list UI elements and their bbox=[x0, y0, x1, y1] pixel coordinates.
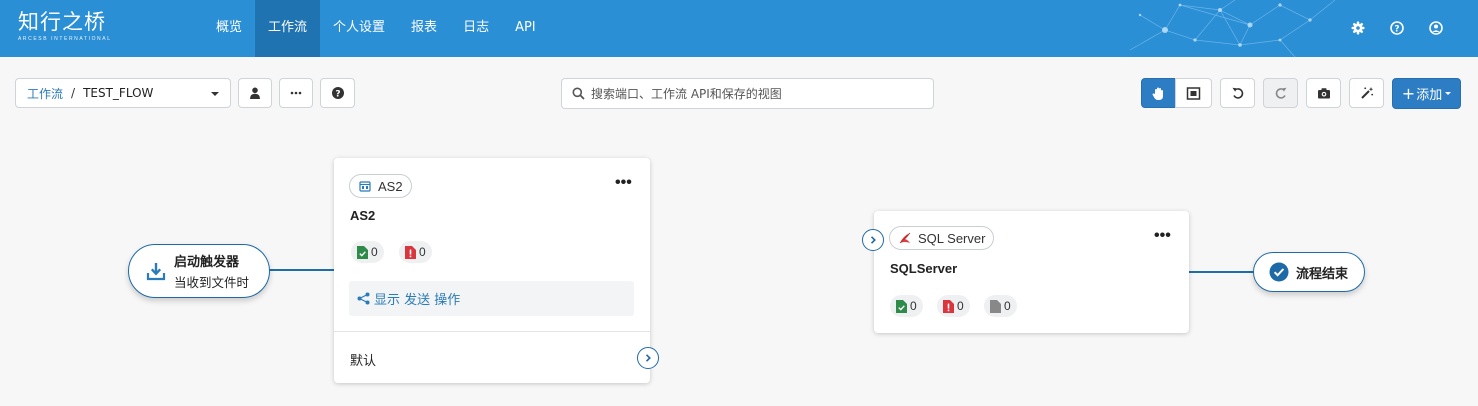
default-output-label: 默认 bbox=[350, 354, 377, 369]
file-error-icon bbox=[405, 245, 416, 259]
more-options-button[interactable] bbox=[279, 78, 313, 108]
undo-button[interactable] bbox=[1220, 78, 1255, 108]
error-count-badge[interactable]: 0 bbox=[937, 295, 970, 317]
screenshot-button[interactable] bbox=[1306, 78, 1341, 108]
show-send-actions-link[interactable]: 显示 发送 操作 bbox=[349, 281, 634, 316]
as2-icon bbox=[359, 181, 371, 192]
hand-icon bbox=[1152, 87, 1163, 100]
as2-connector-card[interactable]: AS2 ••• AS2 0 0 显示 发送 操作 默认 bbox=[334, 158, 659, 383]
success-count: 0 bbox=[371, 245, 378, 259]
flow-end-node[interactable]: 流程结束 bbox=[1253, 252, 1365, 292]
user-icon[interactable] bbox=[1426, 18, 1446, 38]
ellipsis-icon bbox=[290, 91, 302, 95]
sqlserver-connector-card[interactable]: SQL Server ••• SQLServer 0 0 0 bbox=[862, 211, 1189, 333]
file-check-icon bbox=[896, 299, 907, 313]
brand-tagline: ARCESB INTERNATIONAL bbox=[18, 36, 112, 42]
add-button[interactable]: + 添加 bbox=[1392, 78, 1461, 109]
show-ops-label: 显示 发送 操作 bbox=[374, 293, 461, 308]
error-count: 0 bbox=[419, 245, 426, 259]
error-count-badge[interactable]: 0 bbox=[399, 241, 432, 263]
auto-arrange-button[interactable] bbox=[1349, 78, 1384, 108]
chevron-right-icon bbox=[870, 236, 876, 244]
nav-item-reports[interactable]: 报表 bbox=[398, 0, 450, 57]
nav-item-api[interactable]: API bbox=[502, 0, 549, 57]
download-tray-icon bbox=[146, 263, 166, 281]
card-title: SQLServer bbox=[890, 261, 958, 276]
success-count-badge[interactable]: 0 bbox=[890, 295, 923, 317]
trigger-title: 启动触发器 bbox=[174, 255, 240, 270]
card-divider bbox=[334, 331, 650, 332]
search-box[interactable] bbox=[561, 78, 934, 109]
camera-icon bbox=[1317, 88, 1330, 99]
select-mode-button[interactable] bbox=[1175, 78, 1212, 108]
user-icon bbox=[250, 87, 260, 99]
svg-text:?: ? bbox=[335, 89, 340, 99]
brand-logo[interactable]: 知行之桥 ARCESB INTERNATIONAL bbox=[18, 10, 118, 50]
connector-type-tag: AS2 bbox=[349, 174, 412, 198]
chevron-down-icon bbox=[1445, 92, 1452, 95]
breadcrumb-separator: / bbox=[71, 86, 76, 100]
input-port[interactable] bbox=[862, 229, 884, 251]
help-circle-icon: ? bbox=[331, 87, 344, 99]
connector-tag-label: AS2 bbox=[378, 178, 403, 194]
connector-tag-label: SQL Server bbox=[918, 230, 986, 246]
file-error-icon bbox=[943, 299, 954, 313]
main-nav: 概览 工作流 个人设置 报表 日志 API bbox=[203, 0, 549, 57]
end-title: 流程结束 bbox=[1296, 266, 1349, 282]
check-circle-icon bbox=[1269, 262, 1289, 282]
file-check-icon bbox=[357, 245, 368, 259]
start-trigger-node[interactable]: 启动触发器 当收到文件时 bbox=[128, 244, 270, 298]
top-nav-bar: 知行之桥 ARCESB INTERNATIONAL 概览 工作流 个人设置 报表… bbox=[0, 0, 1478, 57]
nav-item-overview[interactable]: 概览 bbox=[203, 0, 255, 57]
nav-item-logs[interactable]: 日志 bbox=[450, 0, 502, 57]
flow-owner-button[interactable] bbox=[238, 78, 272, 108]
redo-button[interactable] bbox=[1263, 78, 1298, 108]
success-count-badge[interactable]: 0 bbox=[351, 241, 384, 263]
network-decoration bbox=[1129, 0, 1336, 57]
selection-box-icon bbox=[1186, 86, 1201, 100]
breadcrumb-workflow-link[interactable]: 工作流 bbox=[27, 85, 63, 102]
connector-trigger-as2 bbox=[268, 269, 338, 271]
card-menu-icon[interactable]: ••• bbox=[615, 174, 632, 192]
output-port[interactable] bbox=[637, 347, 659, 369]
search-input[interactable] bbox=[591, 86, 921, 101]
connector-type-tag: SQL Server bbox=[889, 226, 995, 250]
file-icon bbox=[990, 299, 1001, 313]
plus-icon: + bbox=[1401, 83, 1416, 103]
magic-wand-icon bbox=[1360, 87, 1373, 99]
nav-item-personal-settings[interactable]: 个人设置 bbox=[320, 0, 398, 57]
flow-breadcrumb-select[interactable]: 工作流 / TEST_FLOW bbox=[15, 78, 231, 108]
redo-icon bbox=[1275, 87, 1286, 99]
trigger-subtitle: 当收到文件时 bbox=[174, 275, 250, 290]
card-title: AS2 bbox=[350, 208, 376, 223]
brand-name: 知行之桥 bbox=[18, 10, 106, 34]
chevron-right-icon bbox=[645, 354, 651, 362]
pending-count: 0 bbox=[1004, 299, 1011, 313]
pan-mode-button[interactable] bbox=[1141, 78, 1176, 108]
svg-text:?: ? bbox=[1394, 24, 1399, 34]
pending-count-badge[interactable]: 0 bbox=[984, 295, 1017, 317]
share-nodes-icon bbox=[357, 292, 370, 305]
sql-server-icon bbox=[899, 232, 911, 244]
flow-name: TEST_FLOW bbox=[83, 86, 154, 100]
chevron-down-icon bbox=[211, 92, 219, 96]
help-button[interactable]: ? bbox=[320, 78, 355, 108]
search-icon bbox=[572, 87, 585, 100]
undo-icon bbox=[1232, 87, 1243, 99]
nav-item-workflow[interactable]: 工作流 bbox=[255, 0, 321, 57]
add-button-label: 添加 bbox=[1416, 88, 1443, 103]
connector-sql-end bbox=[1188, 271, 1256, 273]
error-count: 0 bbox=[957, 299, 964, 313]
gear-icon[interactable] bbox=[1348, 18, 1368, 38]
help-circle-icon[interactable]: ? bbox=[1387, 18, 1407, 38]
card-menu-icon[interactable]: ••• bbox=[1154, 227, 1171, 245]
success-count: 0 bbox=[910, 299, 917, 313]
